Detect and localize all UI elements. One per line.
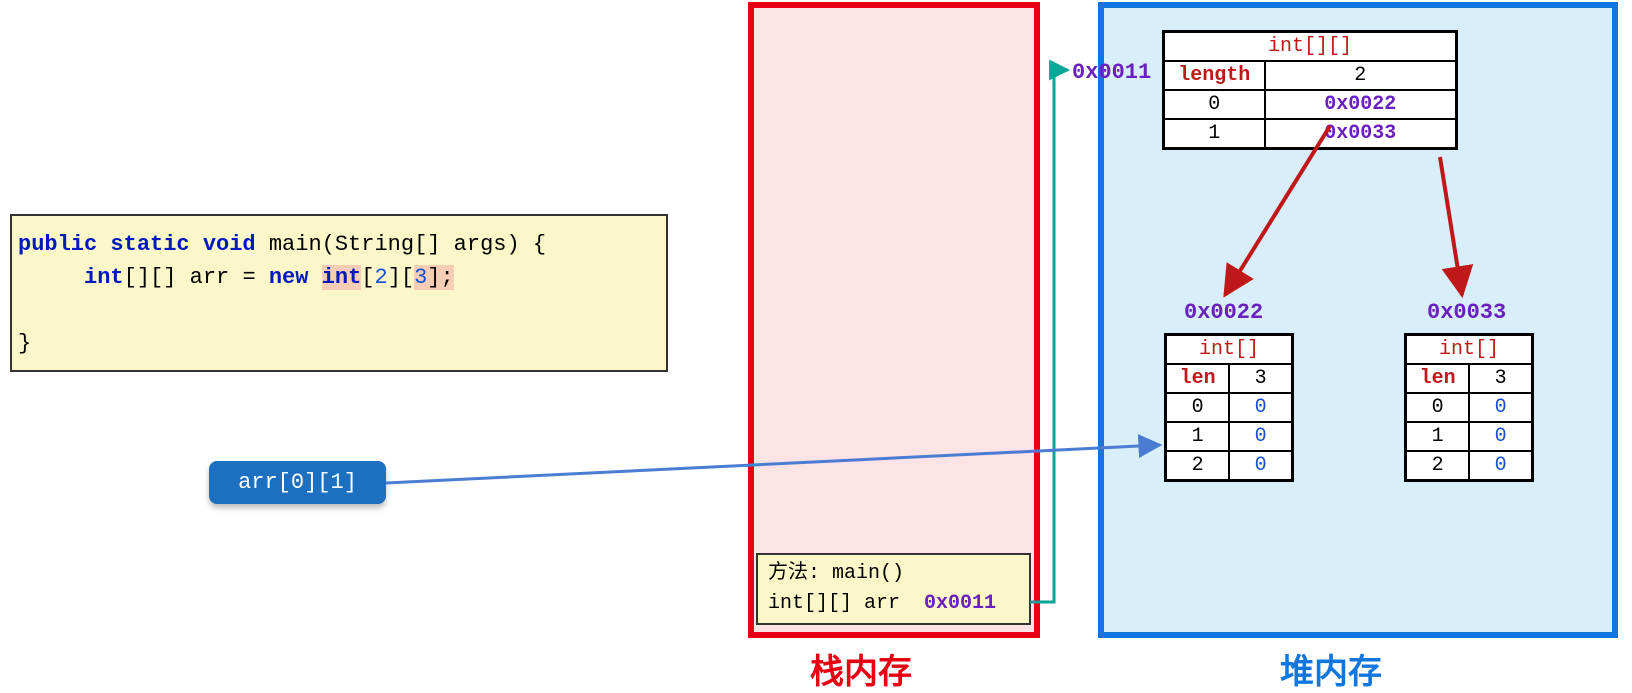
obj-idx: 0 (1406, 393, 1470, 422)
code-text: ][ (388, 265, 414, 290)
obj-type: int[][] (1164, 32, 1457, 62)
obj-idx: 2 (1406, 451, 1470, 481)
obj-idx: 1 (1164, 119, 1265, 149)
code-text: [][] arr = (124, 265, 269, 290)
heap-object-0033: int[] len 3 0 0 1 0 2 0 (1404, 333, 1534, 482)
code-kw-signature: public static void (18, 232, 269, 257)
obj-val-addr: 0x0022 (1265, 90, 1457, 119)
code-text-hl: ]; (427, 265, 453, 290)
obj-val: 0 (1469, 393, 1532, 422)
obj-val: 0 (1229, 451, 1292, 481)
obj-length-value: 3 (1229, 364, 1292, 393)
obj-val: 0 (1229, 422, 1292, 451)
obj-idx: 1 (1166, 422, 1230, 451)
obj-idx: 0 (1164, 90, 1265, 119)
heap-object-0011: int[][] length 2 0 0x0022 1 0x0033 (1162, 30, 1458, 150)
heap-addr-label-0011: 0x0011 (1072, 60, 1151, 85)
obj-length-label: len (1166, 364, 1230, 393)
obj-idx: 0 (1166, 393, 1230, 422)
frame-var: int[][] arr (768, 592, 924, 615)
code-num-hl: 3 (414, 265, 427, 290)
obj-val: 0 (1469, 422, 1532, 451)
heap-object-0022: int[] len 3 0 0 1 0 2 0 (1164, 333, 1294, 482)
code-text: [ (361, 265, 374, 290)
obj-length-value: 2 (1265, 61, 1457, 90)
stack-frame: 方法: main() int[][] arr 0x0011 (756, 553, 1031, 625)
obj-type: int[] (1166, 335, 1293, 365)
code-kw-int-hl: int (322, 265, 362, 290)
obj-val-addr: 0x0033 (1265, 119, 1457, 149)
frame-var-addr: 0x0011 (924, 592, 996, 615)
code-text: main(String[] args) { (269, 232, 546, 257)
obj-val: 0 (1469, 451, 1532, 481)
obj-type: int[] (1406, 335, 1533, 365)
obj-val: 0 (1229, 393, 1292, 422)
obj-length-value: 3 (1469, 364, 1532, 393)
expression-text: arr[0][1] (238, 470, 357, 495)
obj-length-label: len (1406, 364, 1470, 393)
code-kw-int: int (84, 265, 124, 290)
obj-idx: 1 (1406, 422, 1470, 451)
code-kw-new: new (269, 265, 322, 290)
heap-addr-label-0033: 0x0033 (1427, 300, 1506, 325)
code-indent (18, 265, 84, 290)
code-num: 2 (374, 265, 387, 290)
obj-idx: 2 (1166, 451, 1230, 481)
heap-addr-label-0022: 0x0022 (1184, 300, 1263, 325)
obj-length-label: length (1164, 61, 1265, 90)
frame-method: 方法: main() (768, 562, 904, 585)
stack-memory-region (748, 2, 1040, 638)
code-snippet: public static void main(String[] args) {… (10, 214, 668, 372)
expression-pill: arr[0][1] (209, 461, 386, 504)
code-brace: } (18, 331, 31, 356)
